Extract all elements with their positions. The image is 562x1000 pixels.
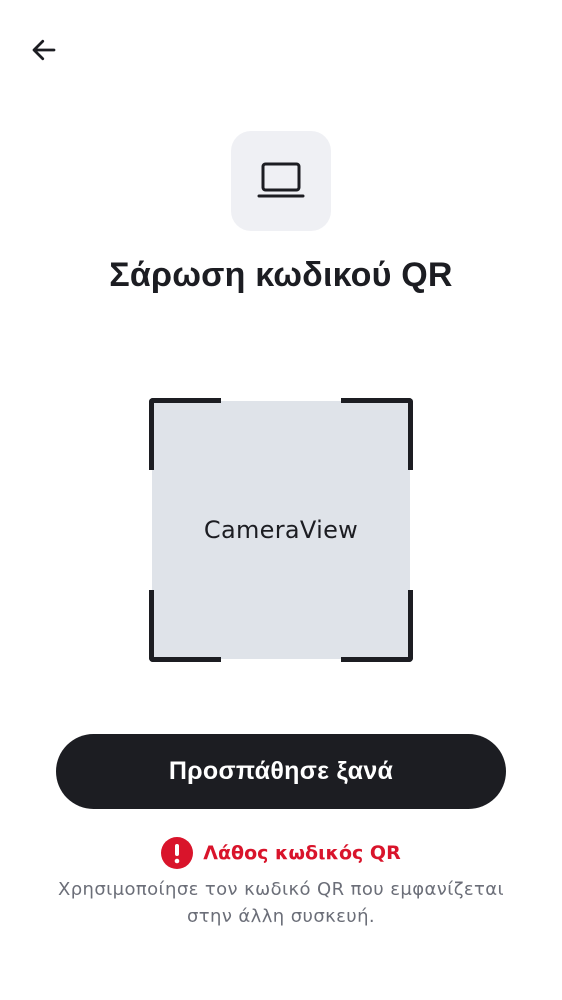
page-title: Σάρωση κωδικού QR xyxy=(109,256,453,294)
scanner-corner-bottom-left xyxy=(149,590,221,662)
scanner-corner-top-right xyxy=(341,398,413,470)
retry-button[interactable]: Προσπάθησε ξανά xyxy=(56,734,506,809)
camera-view-label: CameraView xyxy=(203,516,359,544)
arrow-left-icon xyxy=(32,39,56,61)
helper-text: Χρησιμοποίησε τον κωδικό QR που εμφανίζε… xyxy=(57,879,505,927)
back-button[interactable] xyxy=(24,32,64,68)
exclamation-circle-icon xyxy=(161,837,194,869)
error-message: Λάθος κωδικός QR xyxy=(0,836,562,870)
error-text: Λάθος κωδικός QR xyxy=(203,842,401,864)
qr-scanner-frame: CameraView xyxy=(149,398,413,662)
scanner-corner-bottom-right xyxy=(341,590,413,662)
scanner-corner-top-left xyxy=(149,398,221,470)
laptop-icon xyxy=(257,162,305,198)
device-icon-tile xyxy=(231,131,331,231)
